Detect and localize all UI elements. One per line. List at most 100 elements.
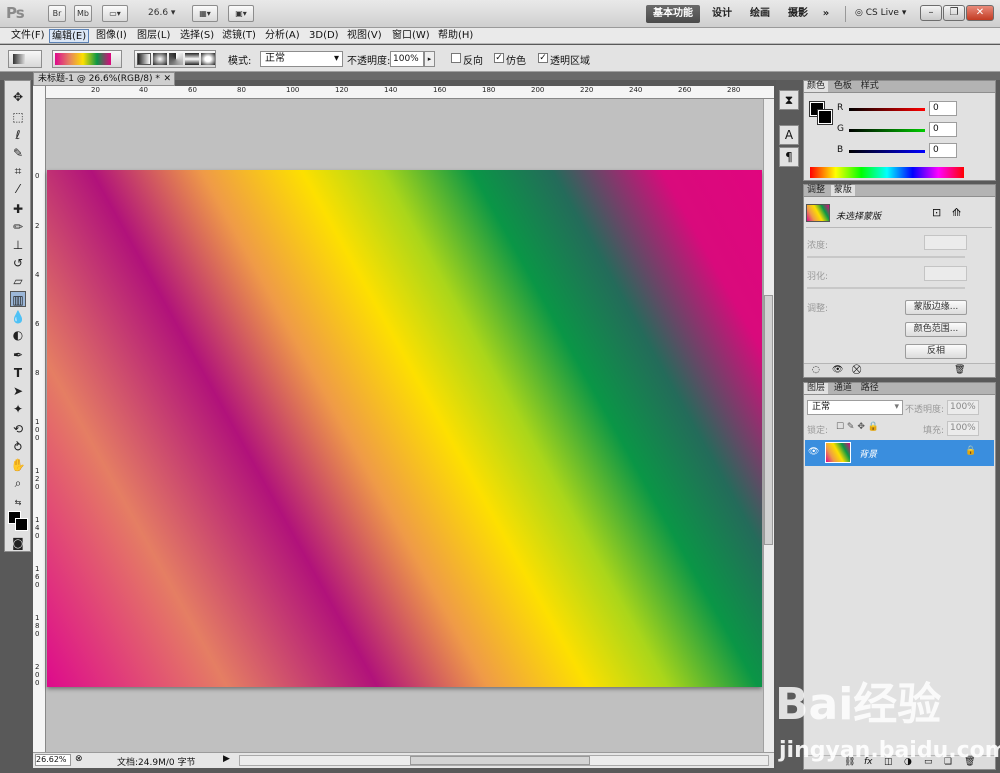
- status-menu-arrow-icon[interactable]: ▶: [223, 754, 230, 764]
- 3d-rotate-icon[interactable]: ⟲: [10, 421, 26, 437]
- zoom-tool-icon[interactable]: ⌕: [10, 475, 26, 491]
- r-slider[interactable]: [849, 108, 925, 111]
- screen-mode-button[interactable]: ▣▾: [228, 5, 254, 22]
- mode-select[interactable]: 正常 ▾: [260, 51, 343, 67]
- transparency-checkbox[interactable]: ✓: [538, 53, 548, 63]
- shape-tool-icon[interactable]: ✦: [10, 401, 26, 417]
- delete-mask-icon[interactable]: 🗑: [954, 365, 965, 375]
- pen-tool-icon[interactable]: ✒: [10, 347, 26, 363]
- menu-edit[interactable]: 编辑(E): [49, 29, 90, 43]
- load-selection-icon[interactable]: ◌: [812, 365, 820, 375]
- document-tab[interactable]: 未标题-1 @ 26.6%(RGB/8) * ✕: [33, 72, 175, 86]
- color-spectrum-bar[interactable]: [810, 167, 964, 178]
- blend-mode-select[interactable]: 正常 ▾: [807, 400, 903, 415]
- lasso-tool-icon[interactable]: ℓ: [10, 127, 26, 143]
- horizontal-scrollbar-thumb[interactable]: [410, 756, 590, 765]
- minimize-button[interactable]: –: [920, 5, 942, 21]
- layer-name[interactable]: 背景: [859, 447, 877, 460]
- image-canvas[interactable]: [47, 170, 762, 687]
- quick-mask-icon[interactable]: ◙: [10, 535, 26, 551]
- tab-layers[interactable]: 图层: [804, 383, 829, 394]
- reflected-gradient-icon[interactable]: [185, 53, 199, 65]
- diamond-gradient-icon[interactable]: [201, 53, 215, 65]
- gradient-tool-icon[interactable]: ▥: [10, 291, 26, 307]
- background-color-swatch[interactable]: [817, 109, 833, 125]
- eraser-tool-icon[interactable]: ▱: [10, 273, 26, 289]
- visibility-eye-icon[interactable]: 👁: [808, 447, 819, 457]
- quick-select-tool-icon[interactable]: ✎: [10, 145, 26, 161]
- tab-styles[interactable]: 样式: [858, 81, 882, 92]
- menu-3d[interactable]: 3D(D): [307, 29, 341, 43]
- g-slider[interactable]: [849, 129, 925, 132]
- dither-checkbox[interactable]: ✓: [494, 53, 504, 63]
- dodge-tool-icon[interactable]: ◐: [10, 327, 26, 343]
- background-color-swatch[interactable]: [15, 518, 28, 531]
- tab-adjustments[interactable]: 调整: [804, 185, 828, 196]
- workspace-photography[interactable]: 摄影: [784, 5, 812, 23]
- layer-row-background[interactable]: 👁 背景 🔒: [805, 440, 994, 466]
- g-value-input[interactable]: 0: [929, 122, 957, 137]
- reverse-checkbox[interactable]: [451, 53, 461, 63]
- r-value-input[interactable]: 0: [929, 101, 957, 116]
- close-window-button[interactable]: ✕: [966, 5, 994, 21]
- close-tab-icon[interactable]: ✕: [163, 73, 171, 85]
- layer-opacity-input[interactable]: 100%: [947, 400, 979, 415]
- workspace-design[interactable]: 设计: [708, 5, 736, 23]
- menu-file[interactable]: 文件(F): [9, 29, 47, 43]
- angle-gradient-icon[interactable]: [169, 53, 183, 65]
- opacity-input[interactable]: 100%: [390, 51, 424, 67]
- b-value-input[interactable]: 0: [929, 143, 957, 158]
- eyedropper-tool-icon[interactable]: ⁄: [10, 181, 26, 197]
- menu-view[interactable]: 视图(V): [345, 29, 384, 43]
- mask-edge-button[interactable]: 蒙版边缘...: [905, 300, 967, 315]
- radial-gradient-icon[interactable]: [153, 53, 167, 65]
- apply-mask-icon[interactable]: 👁: [832, 365, 843, 375]
- restore-button[interactable]: ❐: [943, 5, 965, 21]
- menu-help[interactable]: 帮助(H): [436, 29, 475, 43]
- vertical-scrollbar-thumb[interactable]: [764, 295, 773, 545]
- blur-tool-icon[interactable]: 💧: [10, 309, 26, 325]
- crop-tool-icon[interactable]: ⌗: [10, 163, 26, 179]
- tab-masks[interactable]: 蒙版: [830, 185, 855, 196]
- marquee-tool-icon[interactable]: ⬚: [10, 109, 26, 125]
- clone-stamp-icon[interactable]: ⊥: [10, 237, 26, 253]
- history-panel-icon[interactable]: ⧗: [779, 90, 799, 110]
- view-extras-button[interactable]: ▭▾: [102, 5, 128, 22]
- character-panel-icon[interactable]: A: [779, 125, 799, 145]
- path-select-icon[interactable]: ➤: [10, 383, 26, 399]
- menu-layer[interactable]: 图层(L): [135, 29, 172, 43]
- menu-window[interactable]: 窗口(W): [390, 29, 432, 43]
- color-range-button[interactable]: 颜色范围...: [905, 322, 967, 337]
- b-slider[interactable]: [849, 150, 925, 153]
- zoom-field[interactable]: 26.62%: [35, 754, 71, 766]
- pixel-mask-icon[interactable]: ⊡: [932, 206, 941, 219]
- tool-preset-picker[interactable]: [8, 50, 42, 68]
- menu-image[interactable]: 图像(I): [94, 29, 129, 43]
- workspace-essentials[interactable]: 基本功能: [646, 5, 700, 23]
- 3d-orbit-icon[interactable]: ⥁: [10, 439, 26, 455]
- opacity-slider-button[interactable]: ▸: [424, 51, 435, 67]
- more-workspaces-button[interactable]: »: [818, 5, 834, 23]
- fill-input[interactable]: 100%: [947, 421, 979, 436]
- healing-brush-icon[interactable]: ✚: [10, 201, 26, 217]
- paragraph-panel-icon[interactable]: ¶: [779, 147, 799, 167]
- move-tool-icon[interactable]: ✥: [10, 89, 26, 105]
- workspace-painting[interactable]: 绘画: [746, 5, 774, 23]
- brush-tool-icon[interactable]: ✏: [10, 219, 26, 235]
- zoom-level-select[interactable]: 26.6 ▾: [148, 8, 175, 18]
- invert-button[interactable]: 反相: [905, 344, 967, 359]
- tab-paths[interactable]: 路径: [858, 383, 882, 394]
- history-brush-icon[interactable]: ↺: [10, 255, 26, 271]
- type-tool-icon[interactable]: T: [10, 365, 26, 381]
- swap-colors-icon[interactable]: ⇆: [10, 495, 26, 511]
- cs-live-button[interactable]: ◎ CS Live ▾: [855, 8, 906, 18]
- gradient-picker[interactable]: [52, 50, 122, 68]
- horizontal-scrollbar[interactable]: [239, 755, 769, 766]
- tab-swatches[interactable]: 色板: [831, 81, 855, 92]
- bridge-button[interactable]: Br: [48, 5, 66, 22]
- vector-mask-icon[interactable]: ⟰: [952, 206, 961, 219]
- tab-channels[interactable]: 通道: [831, 383, 855, 394]
- linear-gradient-icon[interactable]: [137, 53, 151, 65]
- hand-tool-icon[interactable]: ✋: [10, 457, 26, 473]
- tab-color[interactable]: 颜色: [804, 81, 829, 92]
